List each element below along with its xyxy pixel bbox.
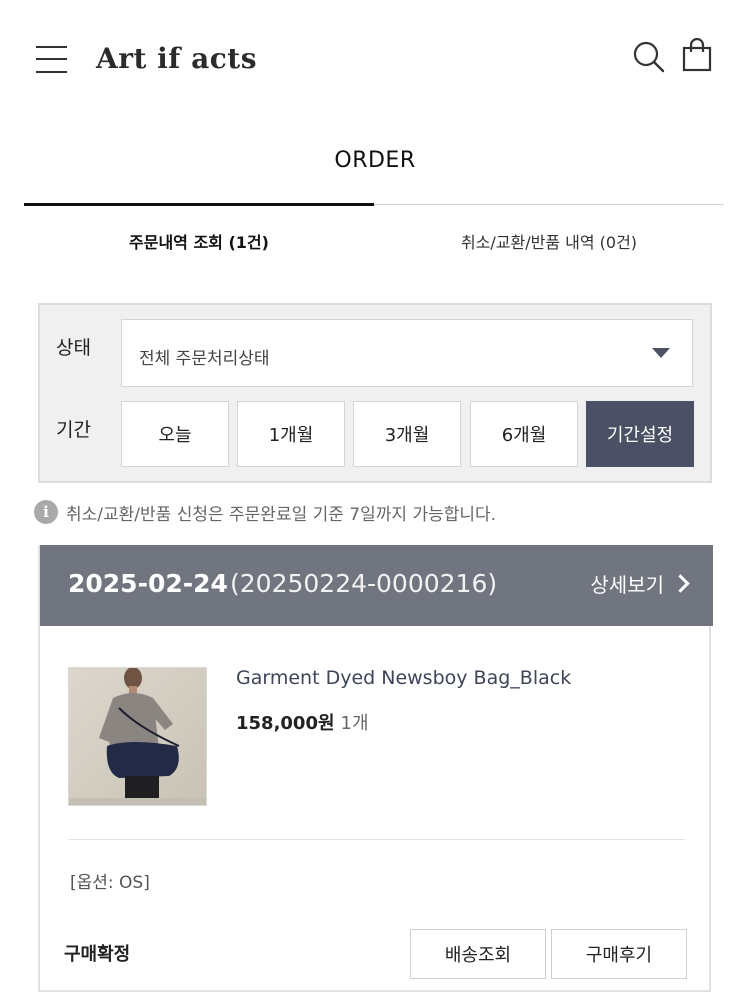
chevron-right-icon xyxy=(671,574,690,593)
period-1month-button[interactable]: 1개월 xyxy=(237,401,345,467)
order-status-select[interactable]: 전체 주문처리상태 xyxy=(121,319,693,387)
shopping-bag-icon[interactable] xyxy=(682,37,712,72)
hamburger-menu-icon[interactable] xyxy=(36,44,68,76)
track-delivery-button[interactable]: 배송조회 xyxy=(410,929,546,979)
cancel-policy-notice: i 취소/교환/반품 신청은 주문완료일 기준 7일까지 가능합니다. xyxy=(34,498,496,526)
order-number: (20250224-0000216) xyxy=(230,569,498,598)
order-header: 2025-02-24 (20250224-0000216) 상세보기 xyxy=(40,545,713,626)
period-label: 기간 xyxy=(56,419,91,441)
order-detail-label: 상세보기 xyxy=(590,573,664,597)
period-custom-button[interactable]: 기간설정 xyxy=(586,401,694,467)
write-review-button[interactable]: 구매후기 xyxy=(551,929,687,979)
order-tabs: 주문내역 조회 (1건) 취소/교환/반품 내역 (0건) xyxy=(24,203,724,277)
site-header: Art if acts xyxy=(0,0,750,120)
notice-text: 취소/교환/반품 신청은 주문완료일 기준 7일까지 가능합니다. xyxy=(66,504,497,525)
dropdown-caret-icon xyxy=(652,348,670,358)
product-name-link[interactable]: Garment Dyed Newsboy Bag_Black xyxy=(236,667,571,689)
tab-cancel-exchange-return[interactable]: 취소/교환/반품 내역 (0건) xyxy=(374,205,724,277)
product-quantity: 1개 xyxy=(340,713,369,734)
period-6month-button[interactable]: 6개월 xyxy=(470,401,578,467)
order-date: 2025-02-24 xyxy=(68,569,228,598)
site-logo[interactable]: Art if acts xyxy=(96,42,257,75)
tab-order-history[interactable]: 주문내역 조회 (1건) xyxy=(24,203,374,275)
period-3month-button[interactable]: 3개월 xyxy=(353,401,461,467)
page-title: ORDER xyxy=(334,148,416,173)
product-price-line: 158,000원 1개 xyxy=(236,709,369,735)
product-image[interactable] xyxy=(68,667,207,806)
product-option: [옵션: OS] xyxy=(70,873,150,893)
period-today-button[interactable]: 오늘 xyxy=(121,401,229,467)
order-filter-panel: 상태 전체 주문처리상태 기간 오늘 1개월 3개월 6개월 기간설정 xyxy=(38,303,712,483)
order-detail-link[interactable]: 상세보기 xyxy=(590,569,690,598)
info-icon: i xyxy=(34,500,58,524)
card-divider xyxy=(68,839,685,840)
status-label: 상태 xyxy=(56,337,91,359)
order-card: 2025-02-24 (20250224-0000216) 상세보기 Garme… xyxy=(38,545,713,992)
search-icon[interactable] xyxy=(632,40,666,74)
order-status-selected: 전체 주문처리상태 xyxy=(139,349,270,369)
product-price: 158,000원 xyxy=(236,713,335,734)
order-status-badge: 구매확정 xyxy=(64,944,131,965)
